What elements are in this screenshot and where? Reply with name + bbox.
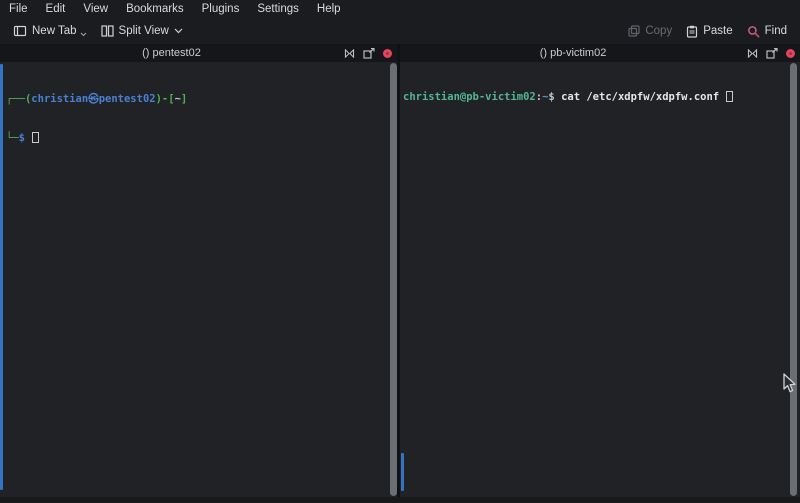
- menubar: File Edit View Bookmarks Plugins Setting…: [0, 0, 800, 18]
- focus-accent-line: [401, 453, 404, 491]
- split-view-icon: [101, 25, 114, 37]
- split-view-label: Split View: [119, 25, 169, 37]
- mouse-pointer-icon: [783, 373, 798, 399]
- menu-bookmarks[interactable]: Bookmarks: [117, 1, 193, 17]
- paste-label: Paste: [703, 25, 732, 37]
- find-button[interactable]: Find: [740, 21, 794, 42]
- split-view-chevron-down-icon[interactable]: [174, 28, 183, 34]
- expand-view-icon[interactable]: [747, 49, 758, 58]
- terminal-cursor: [726, 91, 733, 102]
- copy-icon: [628, 25, 640, 37]
- find-label: Find: [765, 25, 787, 37]
- new-tab-label: New Tab: [32, 25, 77, 37]
- terminal-output: ┌──(christian㉿pentest02)-[~] └─$: [6, 67, 187, 171]
- prompt-line-1: ┌──(christian㉿pentest02)-[~]: [6, 93, 187, 106]
- terminal-right-pb-victim02[interactable]: christian@pb-victim02:~$ cat /etc/xdpfw/…: [400, 62, 800, 497]
- right-pane-title: () pb-victim02: [400, 47, 746, 59]
- close-split-button[interactable]: [786, 49, 795, 58]
- prompt-line: christian@pb-victim02:~$ cat /etc/xdpfw/…: [403, 91, 733, 104]
- terminal-left-pentest02[interactable]: ┌──(christian㉿pentest02)-[~] └─$: [0, 62, 397, 497]
- focus-accent-line: [0, 64, 3, 490]
- terminal-cursor: [32, 132, 39, 143]
- window-bottom-edge: [0, 497, 800, 503]
- new-tab-button[interactable]: New Tab: [6, 21, 94, 41]
- terminal-output: christian@pb-victim02:~$ cat /etc/xdpfw/…: [403, 65, 733, 130]
- menu-view[interactable]: View: [74, 1, 117, 17]
- menu-file[interactable]: File: [8, 1, 37, 17]
- copy-label: Copy: [645, 25, 672, 37]
- menu-plugins[interactable]: Plugins: [193, 1, 249, 17]
- konsole-window: File Edit View Bookmarks Plugins Setting…: [0, 0, 800, 503]
- left-pane-title: () pentest02: [0, 47, 343, 59]
- scrollbar[interactable]: [790, 63, 797, 496]
- right-pane-header[interactable]: () pb-victim02: [400, 44, 800, 62]
- menu-edit[interactable]: Edit: [37, 1, 75, 17]
- menu-settings[interactable]: Settings: [248, 1, 308, 17]
- copy-button[interactable]: Copy: [621, 21, 679, 41]
- new-tab-icon: [13, 25, 27, 37]
- expand-view-icon[interactable]: [344, 49, 355, 58]
- scrollbar[interactable]: [390, 63, 397, 496]
- paste-button[interactable]: Paste: [679, 21, 739, 42]
- detach-view-icon[interactable]: [363, 48, 375, 59]
- menu-help[interactable]: Help: [308, 1, 350, 17]
- prompt-line-2: └─$: [6, 132, 187, 145]
- find-icon: [747, 25, 760, 38]
- close-split-button[interactable]: [383, 49, 392, 58]
- new-tab-dropdown-caret[interactable]: [80, 32, 87, 37]
- paste-icon: [686, 25, 698, 38]
- toolbar: New Tab Split View: [0, 18, 800, 44]
- left-pane-header[interactable]: () pentest02: [0, 44, 397, 62]
- detach-view-icon[interactable]: [766, 48, 778, 59]
- split-view-button[interactable]: Split View: [94, 21, 190, 41]
